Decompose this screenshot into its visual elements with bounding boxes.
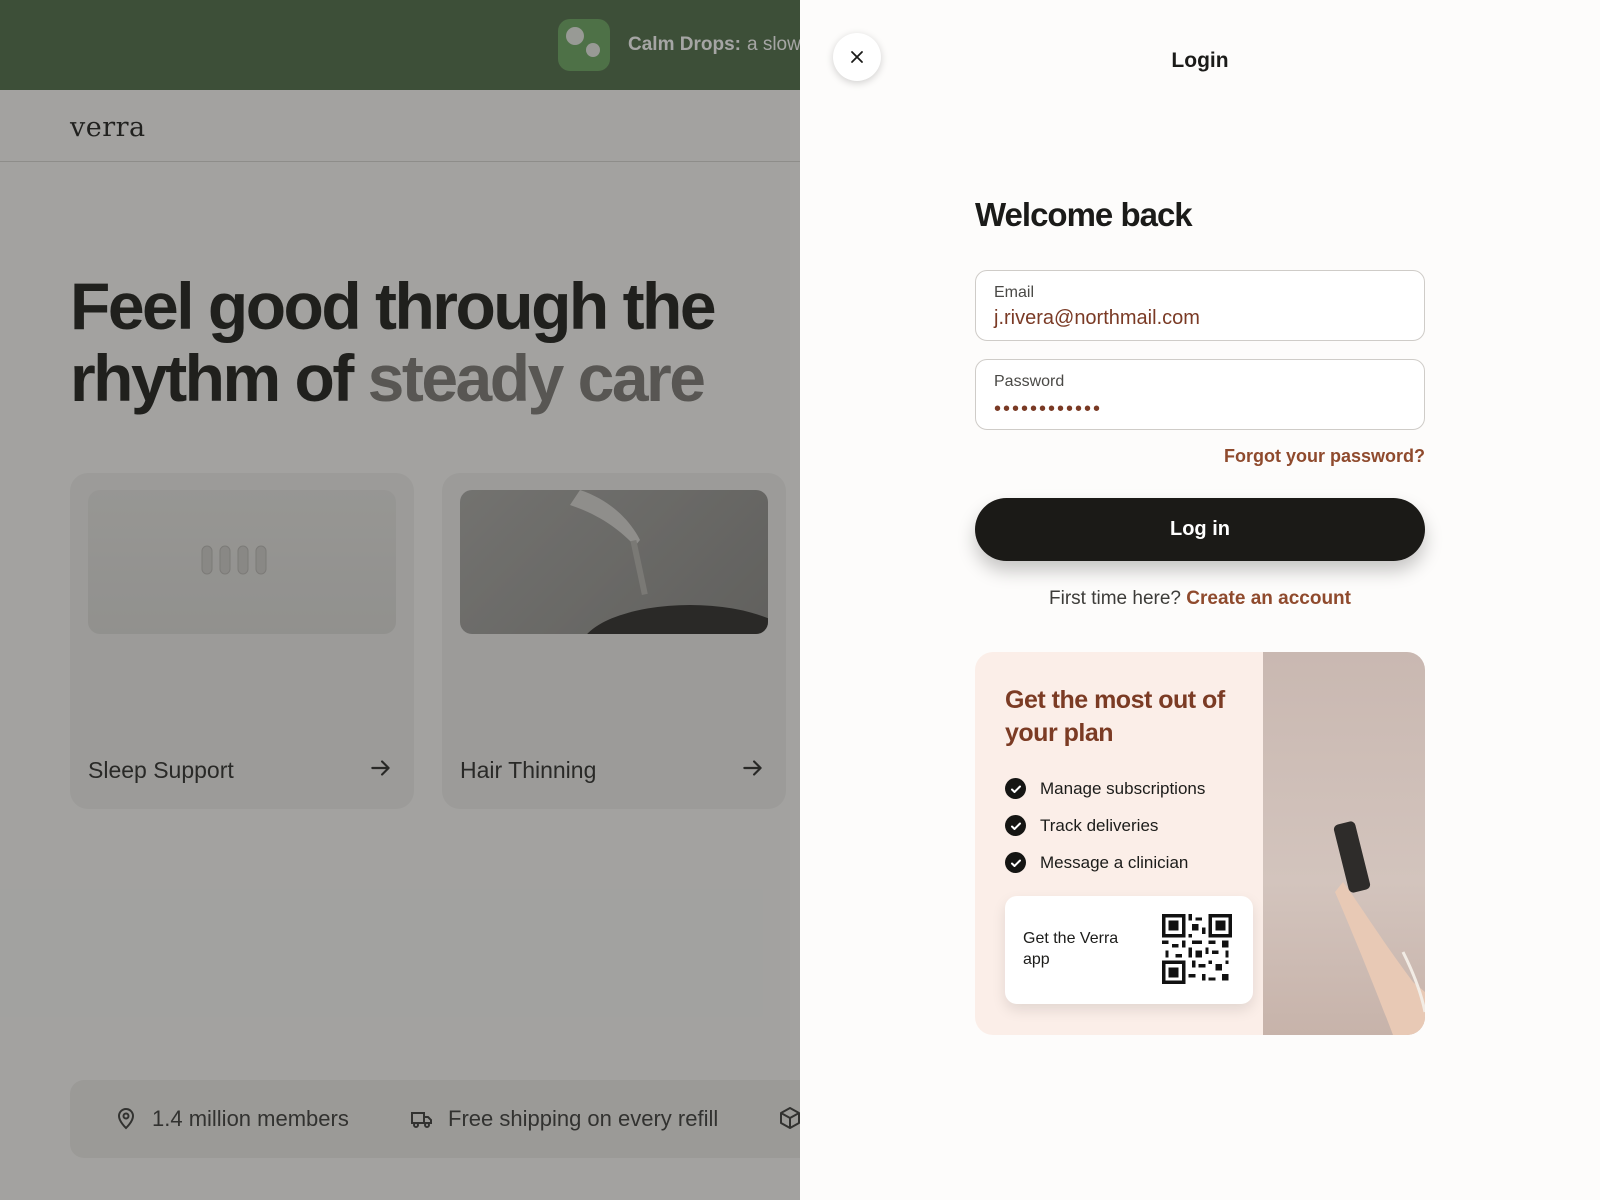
login-button[interactable]: Log in [975,498,1425,561]
signup-prompt-text: First time here? [1049,588,1181,609]
promo-feature: Track deliveries [1005,807,1205,844]
promo-title: Get the most out of your plan [1005,686,1225,747]
app-promo-card: Get the most out of your plan Manage sub… [975,652,1425,1035]
phone-in-hand-photo [1263,652,1425,1035]
create-account-link[interactable]: Create an account [1186,588,1351,609]
promo-feature-list: Manage subscriptions Track deliveries Me… [1005,770,1205,881]
email-field[interactable]: Email j.rivera@northmail.com [975,270,1425,341]
get-app-text: Get the Verra app [1023,930,1119,968]
welcome-heading: Welcome back [975,196,1193,233]
email-label: Email [994,284,1035,301]
checkmark-icon [1005,778,1026,799]
signup-prompt: First time here? Create an account [975,588,1425,610]
password-field[interactable]: Password •••••••••••• [975,359,1425,430]
password-label: Password [994,373,1065,390]
promo-feature-text: Message a clinician [1040,852,1189,872]
modal-backdrop[interactable] [0,0,800,1200]
drawer-title: Login [1171,49,1229,72]
promo-feature: Manage subscriptions [1005,770,1205,807]
promo-feature: Message a clinician [1005,844,1205,881]
qr-code-icon [1162,914,1232,984]
promo-feature-text: Track deliveries [1040,815,1159,835]
password-input[interactable]: •••••••••••• [994,398,1404,421]
email-input[interactable]: j.rivera@northmail.com [994,307,1404,330]
checkmark-icon [1005,852,1026,873]
forgot-password-link[interactable]: Forgot your password? [975,446,1425,467]
checkmark-icon [1005,815,1026,836]
promo-feature-text: Manage subscriptions [1040,778,1206,798]
get-app-card[interactable]: Get the Verra app [1005,896,1253,1004]
